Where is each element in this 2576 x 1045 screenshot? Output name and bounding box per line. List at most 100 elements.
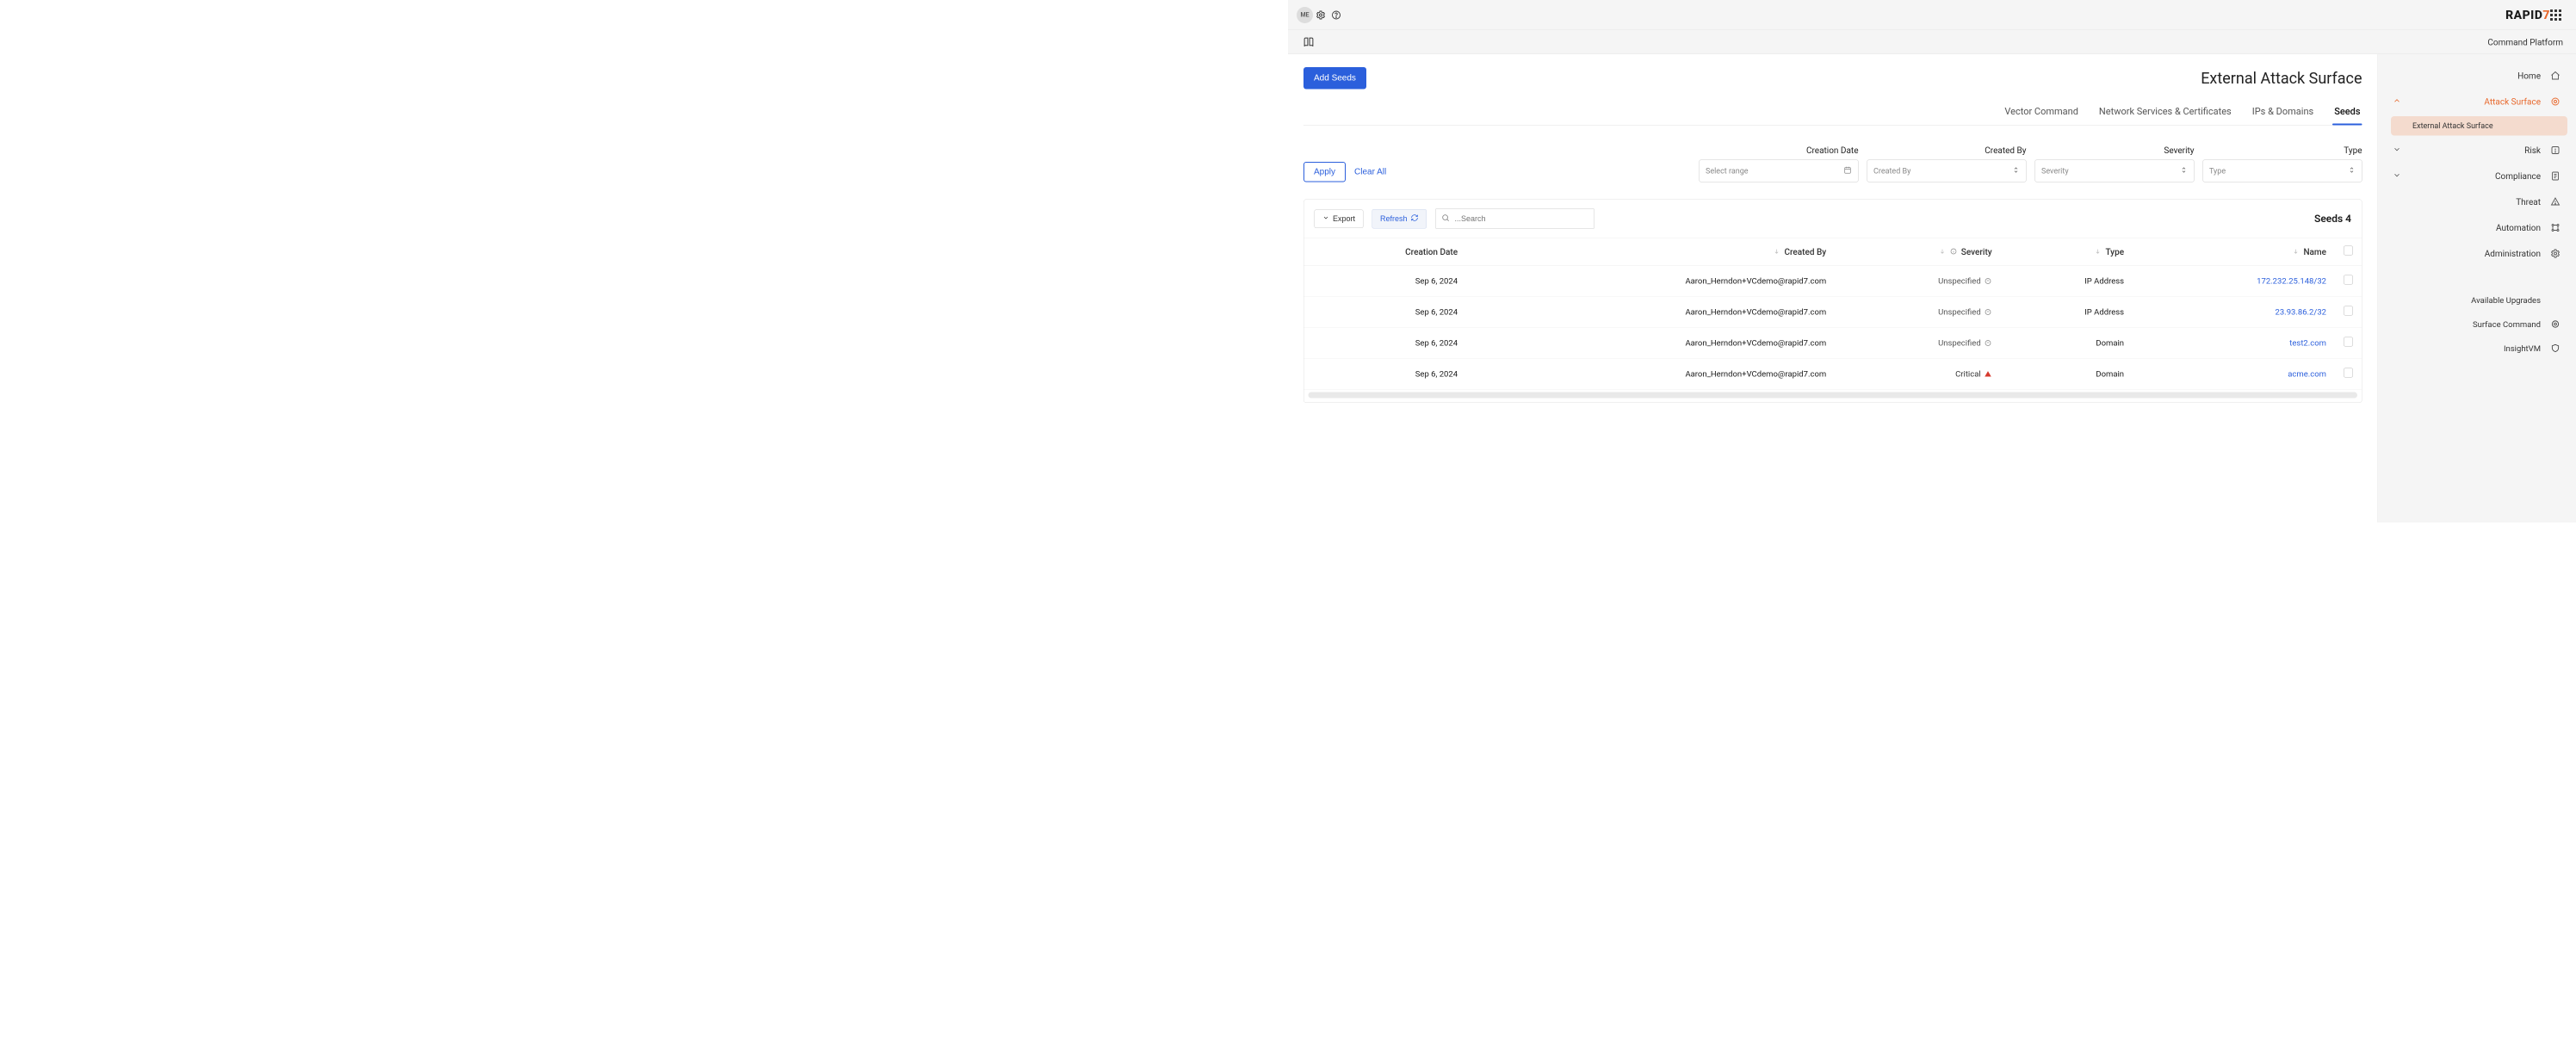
app-launcher-icon[interactable]: [2550, 9, 2561, 21]
sidebar-item-label: Compliance: [2401, 171, 2541, 182]
sort-arrow-icon: [2292, 246, 2299, 257]
row-checkbox[interactable]: [2344, 337, 2353, 347]
tab-vector-command[interactable]: Vector Command: [2003, 101, 2080, 126]
col-type[interactable]: Type: [2105, 246, 2124, 257]
sidebar-item-administration[interactable]: Administration: [2378, 241, 2576, 267]
sidebar-item-label: Threat: [2393, 197, 2541, 207]
search-input[interactable]: [1435, 208, 1595, 229]
creation-date: Sep 6, 2024: [1304, 358, 1467, 389]
sidebar-item-label: Home: [2393, 71, 2541, 81]
filters-row: Type Type Severity: [1303, 145, 2362, 182]
filter-label-created-by: Created By: [1867, 145, 2027, 156]
created-by: Aaron_Herndon+VCdemo@rapid7.com: [1466, 265, 1835, 296]
refresh-button[interactable]: Refresh: [1372, 209, 1427, 229]
sort-icon: [2012, 166, 2020, 176]
help-icon[interactable]: [1328, 7, 1344, 22]
clear-all-button[interactable]: Clear All: [1354, 167, 1386, 177]
seed-type: IP Address: [2001, 265, 2133, 296]
tab-ips-domains[interactable]: IPs & Domains: [2251, 101, 2315, 126]
sidebar-item-upgrades[interactable]: Available Upgrades: [2378, 288, 2576, 312]
chevron-down-icon: [1322, 214, 1329, 224]
table-row: 23.93.86.2/32IP AddressUnspecifiedAaron_…: [1304, 296, 2362, 327]
risk-icon: [2549, 145, 2561, 157]
seeds-table-card: 4 Seeds Refresh: [1303, 200, 2362, 404]
sidebar-item-label: InsightVM: [2504, 343, 2541, 354]
seed-type: Domain: [2001, 358, 2133, 389]
tab-network-services[interactable]: Network Services & Certificates: [2097, 101, 2233, 126]
sidebar-item-label: Attack Surface: [2401, 96, 2541, 107]
settings-icon[interactable]: [1313, 7, 1328, 22]
export-button[interactable]: Export: [1315, 209, 1364, 228]
main-content: External Attack Surface Add Seeds Seeds …: [1288, 54, 2378, 522]
sidebar-item-label: Automation: [2393, 223, 2541, 233]
creation-date: Sep 6, 2024: [1304, 265, 1467, 296]
sort-icon: [2180, 166, 2188, 176]
chevron-down-icon: [2393, 145, 2401, 156]
tab-seeds[interactable]: Seeds: [2332, 101, 2362, 126]
page-title: External Attack Surface: [2201, 69, 2362, 87]
info-icon[interactable]: [1950, 246, 1957, 257]
sidebar-item-risk[interactable]: Risk: [2378, 138, 2576, 164]
calendar-icon: [1843, 165, 1852, 176]
automation-icon: [2549, 222, 2561, 234]
brand-logo: RAPID7: [2505, 8, 2550, 22]
sidebar-item-compliance[interactable]: Compliance: [2378, 164, 2576, 189]
sidebar-item-insightvm[interactable]: InsightVM: [2378, 337, 2576, 361]
seeds-table: Name Type Severity Created By Creation D…: [1304, 238, 2362, 390]
sidebar-item-attack-surface[interactable]: Attack Surface: [2378, 89, 2576, 114]
refresh-icon: [1411, 213, 1419, 224]
sidebar-item-automation[interactable]: Automation: [2378, 215, 2576, 241]
sidebar-item-label: Available Upgrades: [2471, 295, 2541, 306]
seed-type: IP Address: [2001, 296, 2133, 327]
horizontal-scrollbar[interactable]: [1309, 393, 2358, 399]
seed-count: 4 Seeds: [2314, 213, 2351, 225]
row-checkbox[interactable]: [2344, 368, 2353, 378]
seed-type: Domain: [2001, 327, 2133, 358]
filter-select-created-by[interactable]: Created By: [1867, 160, 2027, 182]
seed-name-link[interactable]: 23.93.86.2/32: [2276, 307, 2326, 318]
row-checkbox[interactable]: [2344, 275, 2353, 285]
select-all-checkbox[interactable]: [2344, 246, 2353, 256]
sidebar-item-label: Administration: [2393, 249, 2541, 259]
user-avatar[interactable]: ME: [1297, 7, 1313, 23]
sidebar-item-label: Surface Command: [2473, 319, 2541, 330]
severity-badge: Unspecified: [1843, 338, 1992, 349]
surface-command-icon: [2549, 318, 2561, 331]
tabs: Seeds IPs & Domains Network Services & C…: [1303, 101, 2362, 126]
seed-name-link[interactable]: 172.232.25.148/32: [2257, 276, 2326, 287]
seed-name-link[interactable]: acme.com: [2288, 369, 2326, 380]
sidebar-item-threat[interactable]: Threat: [2378, 189, 2576, 215]
filter-label-type: Type: [2203, 145, 2362, 156]
col-creation-date[interactable]: Creation Date: [1405, 246, 1458, 257]
filter-select-type[interactable]: Type: [2203, 160, 2362, 182]
gear-icon: [2549, 248, 2561, 260]
filter-date-range[interactable]: Select range: [1700, 160, 1859, 182]
threat-icon: [2549, 196, 2561, 208]
severity-badge: Critical: [1843, 369, 1992, 380]
sort-icon: [2348, 166, 2356, 176]
created-by: Aaron_Herndon+VCdemo@rapid7.com: [1466, 358, 1835, 389]
add-seeds-button[interactable]: Add Seeds: [1303, 67, 1366, 90]
row-checkbox[interactable]: [2344, 306, 2353, 316]
col-severity[interactable]: Severity: [1961, 246, 1992, 257]
severity-badge: Unspecified: [1843, 307, 1992, 318]
seed-name-link[interactable]: test2.com: [2289, 338, 2326, 349]
sidebar-subitem-external-attack-surface[interactable]: External Attack Surface: [2391, 116, 2567, 136]
filter-label-severity: Severity: [2035, 145, 2195, 156]
compliance-icon: [2549, 170, 2561, 182]
col-created-by[interactable]: Created By: [1784, 246, 1826, 257]
global-header: RAPID7 ME: [1288, 0, 2576, 30]
sidebar-item-surface-command[interactable]: Surface Command: [2378, 312, 2576, 337]
sort-arrow-icon: [2094, 246, 2101, 257]
table-row: acme.com Domain Critical Aaron_Herndon+VCde…: [1304, 358, 2362, 389]
apply-button[interactable]: Apply: [1303, 162, 1346, 182]
created-by: Aaron_Herndon+VCdemo@rapid7.com: [1466, 327, 1835, 358]
shield-icon: [2549, 343, 2561, 355]
docs-icon[interactable]: [1301, 34, 1316, 50]
filter-select-severity[interactable]: Severity: [2035, 160, 2195, 182]
col-name[interactable]: Name: [2303, 246, 2326, 257]
chevron-up-icon: [2393, 96, 2401, 108]
table-row: test2.com Domain Unspecified Aaron_Herndon+…: [1304, 327, 2362, 358]
sidebar-item-home[interactable]: Home: [2378, 63, 2576, 89]
sidebar: Home Attack Surface External Attack Surf…: [2378, 54, 2576, 522]
